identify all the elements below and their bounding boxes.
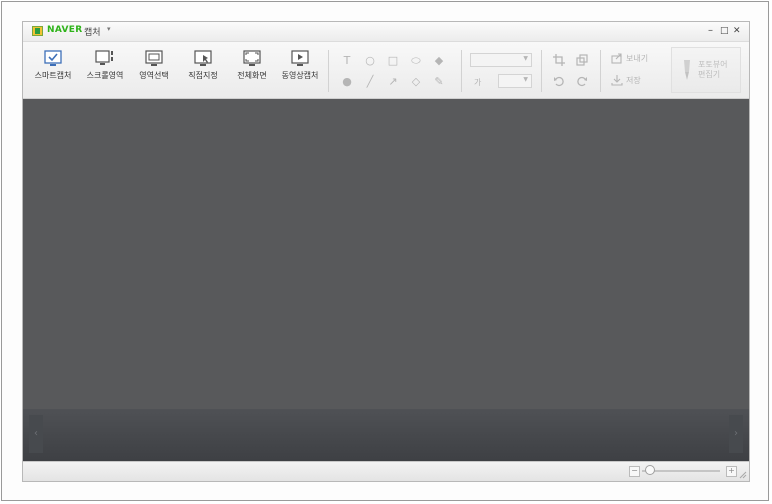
toolbar-divider — [600, 50, 601, 92]
maximize-button[interactable]: □ — [720, 25, 729, 37]
title-bar: NAVER 캡처 ▾ – □ ✕ — [23, 22, 749, 42]
text-tool-icon[interactable]: T — [340, 54, 354, 68]
send-label: 보내기 — [626, 54, 649, 63]
brand-label: NAVER — [47, 25, 83, 35]
share-icon — [611, 53, 622, 64]
toolbar: 스마트캡처 스크롤영역 영역선택 직접지정 전체화면 동영상캡처 T ○ □ ⬭… — [23, 42, 749, 99]
undo-icon[interactable] — [553, 75, 565, 87]
video-capture-icon — [291, 50, 309, 66]
app-name-label[interactable]: 캡처 — [84, 25, 101, 38]
chevron-down-icon: ▼ — [523, 55, 528, 62]
smart-capture-button[interactable]: 스마트캡처 — [28, 50, 78, 81]
next-thumbnail-button[interactable]: › — [729, 415, 743, 453]
photo-editor-label: 포토뷰어 편집기 — [698, 60, 728, 79]
rectangle-tool-icon[interactable]: □ — [386, 54, 400, 68]
status-bar: − + — [23, 461, 749, 481]
crop-icon[interactable] — [553, 54, 565, 66]
font-size-combo[interactable]: ▼ — [498, 74, 532, 88]
fullscreen-capture-button[interactable]: 전체화면 — [227, 50, 277, 81]
chevron-down-icon: ▼ — [523, 76, 528, 83]
fill-color-icon[interactable]: ◆ — [432, 54, 446, 68]
video-capture-label: 동영상캡처 — [281, 71, 319, 80]
naver-logo-icon — [32, 26, 43, 36]
rounded-rectangle-tool-icon[interactable]: ⬭ — [409, 54, 423, 68]
thumbnail-strip: ‹ › — [23, 409, 749, 461]
smart-capture-icon — [44, 50, 62, 66]
redo-icon[interactable] — [576, 75, 588, 87]
chevron-down-icon[interactable]: ▾ — [107, 25, 111, 33]
scroll-capture-button[interactable]: 스크롤영역 — [80, 50, 130, 81]
eraser-tool-icon[interactable]: ◇ — [409, 75, 423, 89]
prev-thumbnail-button[interactable]: ‹ — [29, 415, 43, 453]
region-select-button[interactable]: 영역선택 — [129, 50, 179, 81]
font-size-label: 가 — [474, 78, 482, 87]
scroll-capture-label: 스크롤영역 — [86, 71, 124, 80]
save-button[interactable]: 저장 — [611, 74, 661, 88]
fullscreen-label: 전체화면 — [237, 71, 267, 80]
capture-canvas[interactable] — [23, 99, 749, 409]
resize-icon[interactable] — [576, 54, 588, 66]
capture-app-window: NAVER 캡처 ▾ – □ ✕ 스마트캡처 스크롤영역 영역선택 직접지정 전… — [22, 21, 750, 482]
resize-grip-icon[interactable] — [739, 471, 747, 479]
video-capture-button[interactable]: 동영상캡처 — [275, 50, 325, 81]
region-select-icon — [145, 50, 163, 66]
scroll-capture-icon — [95, 50, 113, 65]
manual-select-icon — [194, 50, 212, 66]
zoom-in-button[interactable]: + — [726, 466, 737, 477]
zoom-slider-thumb[interactable] — [645, 465, 656, 475]
manual-select-label: 직접지정 — [188, 71, 218, 80]
arrow-tool-icon[interactable]: ↗ — [386, 75, 400, 89]
region-select-label: 영역선택 — [139, 71, 169, 80]
toolbar-divider — [328, 50, 329, 92]
line-style-combo[interactable]: ▼ — [470, 53, 532, 67]
send-button[interactable]: 보내기 — [611, 52, 661, 66]
manual-select-button[interactable]: 직접지정 — [178, 50, 228, 81]
close-button[interactable]: ✕ — [733, 25, 741, 37]
zoom-out-button[interactable]: − — [629, 466, 640, 477]
toolbar-divider — [461, 50, 462, 92]
save-label: 저장 — [626, 76, 641, 85]
minimize-button[interactable]: – — [708, 25, 713, 37]
line-tool-icon[interactable]: ╱ — [363, 75, 377, 89]
toolbar-divider — [541, 50, 542, 92]
brush-icon — [684, 60, 690, 80]
ellipse-tool-icon[interactable]: ○ — [363, 54, 377, 68]
stamp-tool-icon[interactable]: ● — [340, 75, 354, 89]
pen-tool-icon[interactable]: ✎ — [432, 75, 446, 89]
fullscreen-icon — [243, 50, 261, 66]
download-icon — [611, 75, 623, 86]
photo-editor-button[interactable]: 포토뷰어 편집기 — [671, 47, 741, 93]
smart-capture-label: 스마트캡처 — [34, 71, 72, 80]
